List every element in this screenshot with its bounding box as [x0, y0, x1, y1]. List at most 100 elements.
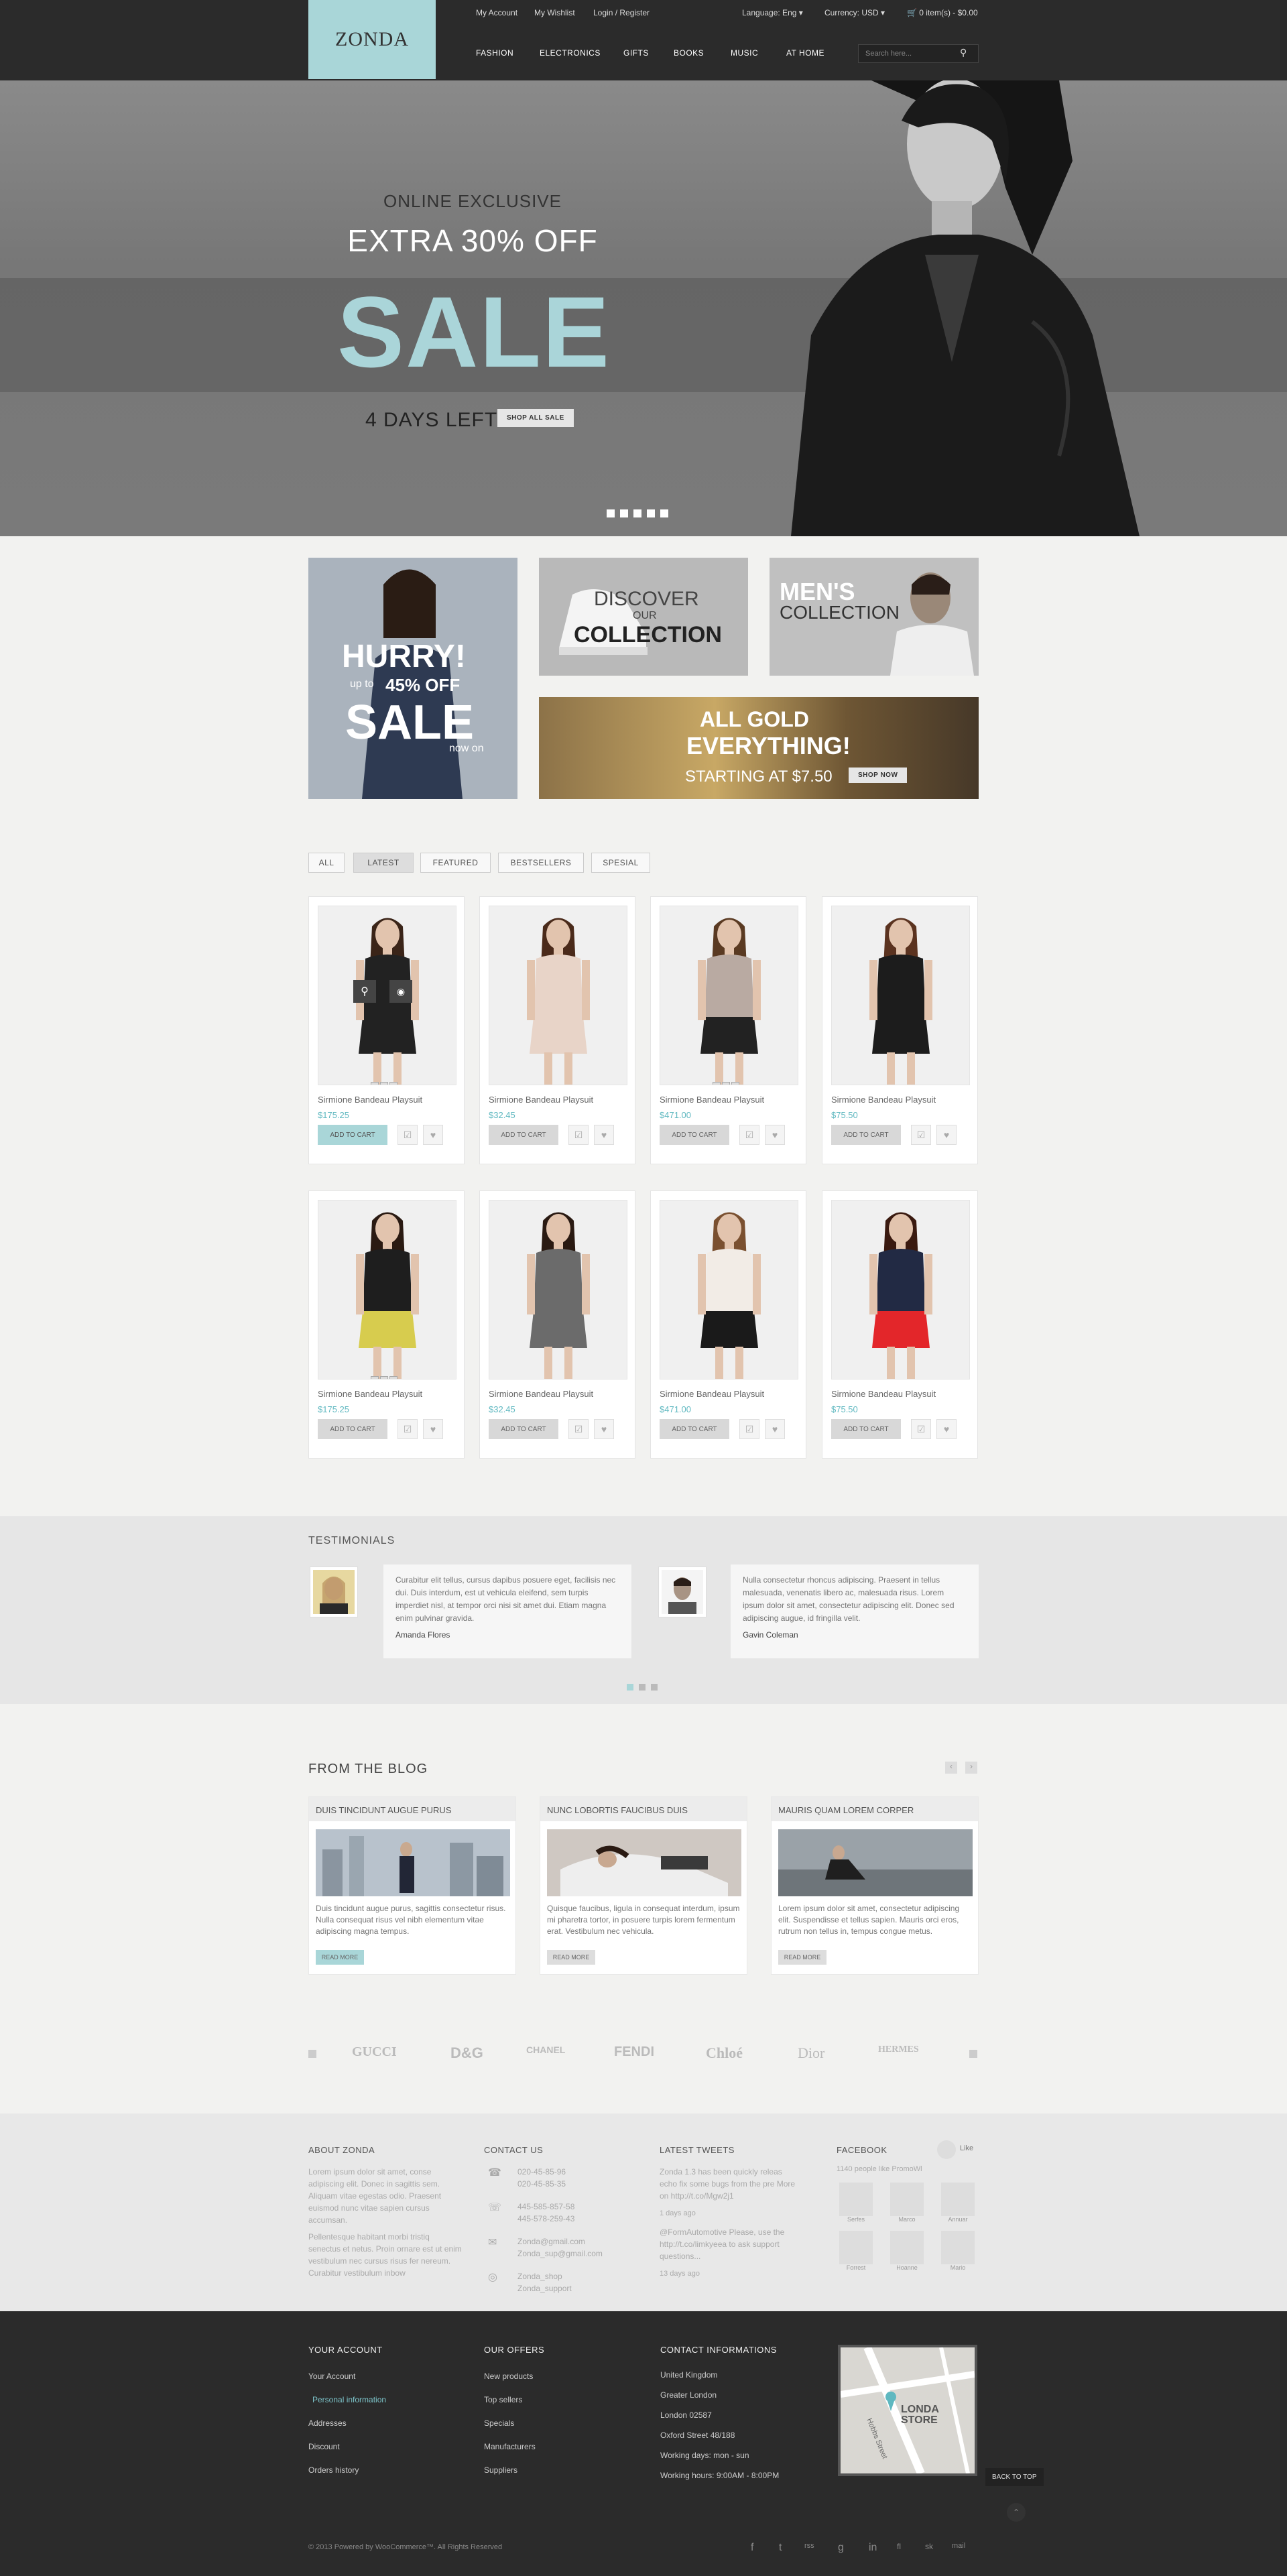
tab-featured[interactable]: FEATURED [420, 853, 491, 873]
slider-next-icon[interactable] [660, 509, 668, 517]
product-name[interactable]: Sirmione Bandeau Playsuit [831, 1095, 936, 1105]
product-name[interactable]: Sirmione Bandeau Playsuit [831, 1389, 936, 1399]
facebook-friend[interactable]: Serfes [839, 2183, 873, 2223]
facebook-friend[interactable]: Marco [890, 2183, 924, 2223]
product-name[interactable]: Sirmione Bandeau Playsuit [318, 1389, 422, 1399]
add-to-cart-button[interactable]: ADD TO CART [489, 1125, 558, 1145]
add-to-cart-button[interactable]: ADD TO CART [831, 1125, 901, 1145]
product-image[interactable] [660, 906, 798, 1085]
compare-icon[interactable]: ☑ [739, 1419, 759, 1439]
read-more-button[interactable]: READ MORE [547, 1950, 595, 1965]
wishlist-heart-icon[interactable]: ♥ [423, 1419, 443, 1439]
nav-fashion[interactable]: FASHION [476, 48, 513, 58]
nav-books[interactable]: BOOKS [674, 48, 704, 58]
footer-link[interactable]: Manufacturers [484, 2435, 536, 2459]
promo-mens-collection[interactable]: MEN'S COLLECTION [770, 558, 979, 676]
brands-prev-button[interactable] [308, 2050, 316, 2058]
promo-discover-collection[interactable]: DISCOVER OUR COLLECTION [539, 558, 748, 676]
zoom-icon[interactable]: ⚲ [353, 980, 376, 1003]
slider-dot[interactable] [620, 509, 628, 517]
footer-link[interactable]: New products [484, 2365, 536, 2388]
add-to-cart-button[interactable]: ADD TO CART [489, 1419, 558, 1439]
product-image[interactable] [489, 1200, 627, 1379]
product-name[interactable]: Sirmione Bandeau Playsuit [489, 1095, 593, 1105]
compare-icon[interactable]: ☑ [568, 1125, 589, 1145]
product-image[interactable]: ⚲ ◉ [318, 906, 456, 1085]
footer-link[interactable]: Specials [484, 2412, 536, 2435]
nav-gifts[interactable]: GIFTS [623, 48, 649, 58]
facebook-friend[interactable]: Forrest [839, 2231, 873, 2271]
quick-view-icon[interactable]: ◉ [389, 980, 412, 1003]
tab-latest[interactable]: LATEST [353, 853, 414, 873]
product-card[interactable]: Sirmione Bandeau Playsuit $471.00 ADD TO C… [650, 1190, 806, 1459]
wishlist-heart-icon[interactable]: ♥ [594, 1419, 614, 1439]
tab-spesial[interactable]: SPESIAL [591, 853, 650, 873]
flickr-icon[interactable]: fl [897, 2542, 901, 2551]
footer-link[interactable]: Orders history [308, 2459, 386, 2482]
twitter-icon[interactable]: t [779, 2542, 782, 2554]
facebook-friend[interactable]: Hoanne [890, 2231, 924, 2271]
product-image[interactable] [660, 1200, 798, 1379]
footer-link[interactable]: Suppliers [484, 2459, 536, 2482]
brand-chanel[interactable]: CHANEL [526, 2044, 565, 2055]
arrow-up-icon[interactable]: ⌃ [1007, 2503, 1026, 2522]
product-image[interactable] [318, 1200, 456, 1379]
slider-dot[interactable] [647, 509, 655, 517]
brands-next-button[interactable] [969, 2050, 977, 2058]
blog-next-button[interactable]: › [965, 1762, 977, 1774]
site-logo[interactable]: ZONDA [308, 0, 436, 79]
product-image[interactable] [831, 1200, 970, 1379]
product-card[interactable]: Sirmione Bandeau Playsuit $75.50 ADD TO CA… [822, 896, 978, 1164]
search-icon[interactable]: ⚲ [960, 47, 967, 58]
blog-post-title[interactable]: DUIS TINCIDUNT AUGUE PURUS [309, 1797, 515, 1821]
wishlist-heart-icon[interactable]: ♥ [765, 1419, 785, 1439]
back-to-top-button[interactable]: BACK TO TOP [985, 2468, 1044, 2486]
pager-dot[interactable] [627, 1684, 633, 1691]
store-map[interactable]: LONDA STORE Hobbs Street [838, 2345, 977, 2476]
footer-link[interactable]: Personal information [308, 2388, 386, 2412]
product-name[interactable]: Sirmione Bandeau Playsuit [660, 1389, 764, 1399]
wishlist-heart-icon[interactable]: ♥ [594, 1125, 614, 1145]
compare-icon[interactable]: ☑ [739, 1125, 759, 1145]
brand-fendi[interactable]: FENDI [614, 2044, 654, 2060]
wishlist-heart-icon[interactable]: ♥ [936, 1419, 957, 1439]
read-more-button[interactable]: READ MORE [316, 1950, 364, 1965]
blog-post-title[interactable]: MAURIS QUAM LOREM CORPER [772, 1797, 978, 1821]
product-card[interactable]: ⚲ ◉ Sirmione Bandeau Playsuit $175.25 ADD TO… [308, 896, 465, 1164]
wishlist-heart-icon[interactable]: ♥ [423, 1125, 443, 1145]
footer-link[interactable]: Your Account [308, 2365, 386, 2388]
nav-electronics[interactable]: ELECTRONICS [540, 48, 601, 58]
product-card[interactable]: Sirmione Bandeau Playsuit $175.25 ADD TO C… [308, 1190, 465, 1459]
slider-prev-icon[interactable] [607, 509, 615, 517]
google-plus-icon[interactable]: g [838, 2542, 844, 2554]
shop-now-button[interactable]: SHOP NOW [849, 768, 908, 783]
blog-prev-button[interactable]: ‹ [945, 1762, 957, 1774]
like-icon[interactable] [937, 2140, 956, 2159]
cart-summary[interactable]: 🛒 0 item(s) - $0.00 [907, 8, 978, 17]
footer-link[interactable]: Addresses [308, 2412, 386, 2435]
product-name[interactable]: Sirmione Bandeau Playsuit [318, 1095, 422, 1105]
skype-social-icon[interactable]: sk [925, 2542, 933, 2551]
like-label[interactable]: Like [960, 2144, 973, 2152]
language-select[interactable]: Language: Eng ▾ [742, 8, 803, 17]
product-card[interactable]: Sirmione Bandeau Playsuit $471.00 ADD TO C… [650, 896, 806, 1164]
login-register-link[interactable]: Login / Register [593, 8, 650, 17]
slider-dot[interactable] [633, 509, 641, 517]
product-card[interactable]: Sirmione Bandeau Playsuit $32.45 ADD TO CA… [479, 896, 635, 1164]
tab-bestsellers[interactable]: BESTSELLERS [498, 853, 584, 873]
brand-gucci[interactable]: GUCCI [352, 2044, 397, 2060]
compare-icon[interactable]: ☑ [397, 1419, 418, 1439]
product-name[interactable]: Sirmione Bandeau Playsuit [489, 1389, 593, 1399]
brand-chloe[interactable]: Chloé [706, 2044, 743, 2062]
read-more-button[interactable]: READ MORE [778, 1950, 826, 1965]
contact-skype[interactable]: Zonda_shop Zonda_support [517, 2270, 572, 2294]
footer-link[interactable]: Discount [308, 2435, 386, 2459]
pager-dot[interactable] [639, 1684, 646, 1691]
promo-hurry-sale[interactable]: HURRY! up to 45% OFF SALE now on [308, 558, 517, 799]
wishlist-heart-icon[interactable]: ♥ [765, 1125, 785, 1145]
my-wishlist-link[interactable]: My Wishlist [534, 8, 575, 17]
nav-music[interactable]: MUSIC [731, 48, 758, 58]
pager-dot[interactable] [651, 1684, 658, 1691]
currency-select[interactable]: Currency: USD ▾ [824, 8, 885, 17]
rss-icon[interactable]: rss [804, 2542, 814, 2550]
